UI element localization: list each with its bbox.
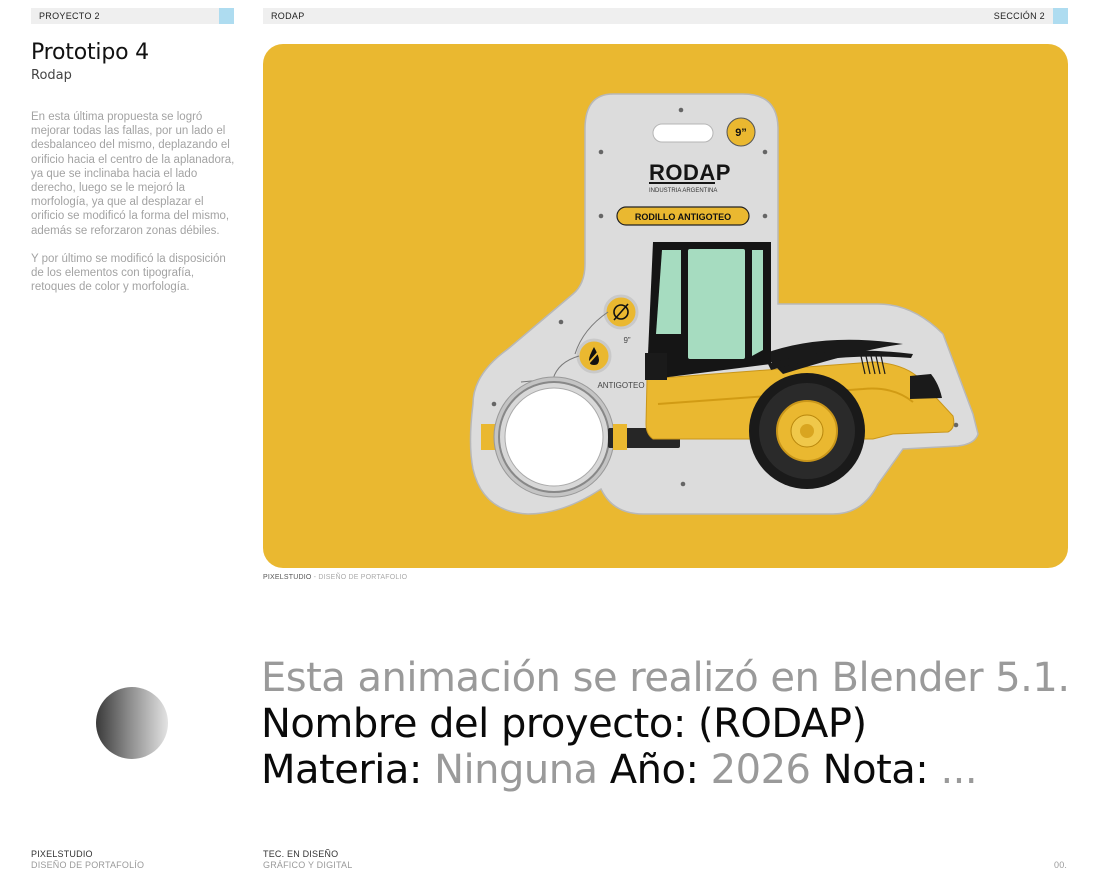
- statement-line-3: Materia: Ninguna Año: 2026 Nota: ...: [261, 746, 978, 794]
- project-name-label: RODAP: [271, 11, 305, 21]
- size-badge-text: 9”: [735, 127, 747, 139]
- hang-slot: [652, 123, 714, 143]
- section-label: SECCIÓN 2: [993, 11, 1045, 21]
- page-subtitle: Rodap: [31, 68, 72, 83]
- drip-icon-label: ANTIGOTEO: [597, 381, 644, 390]
- cabin-window: [688, 249, 745, 359]
- product-render: 9” RODAP INDUSTRIA ARGENTINA RODILLO ANT…: [263, 44, 1068, 568]
- anio-label: Año:: [597, 747, 711, 793]
- footer-studio-title: PIXELSTUDIO: [31, 849, 93, 859]
- brand-subtitle: INDUSTRIA ARGENTINA: [649, 188, 717, 194]
- gradient-sphere: [96, 687, 168, 759]
- size-icon-label: 9”: [623, 336, 630, 345]
- product-label: RODILLO ANTIGOTEO: [635, 212, 731, 222]
- caption-brand: PIXELSTUDIO: [263, 574, 312, 581]
- footer-course-sub: GRÁFICO Y DIGITAL: [263, 860, 353, 870]
- description-paragraph: En esta última propuesta se logró mejora…: [31, 111, 235, 237]
- statement-line-1: Esta animación se realizó en Blender 5.1…: [261, 655, 1070, 701]
- footer-studio-sub: DISEÑO DE PORTAFOLÍO: [31, 860, 145, 870]
- nota-value: ...: [940, 747, 978, 793]
- section-bar-right: RODAP SECCIÓN 2: [263, 8, 1068, 24]
- accent-block: [1053, 8, 1068, 24]
- nota-label: Nota:: [810, 747, 941, 793]
- image-caption: PIXELSTUDIO - DISEÑO DE PORTAFOLIO: [263, 574, 407, 581]
- anio-value: 2026: [710, 747, 811, 793]
- page-number: 00.: [1054, 860, 1068, 870]
- caption-text: - DISEÑO DE PORTAFOLIO: [311, 574, 408, 581]
- footer-course: TEC. EN DISEÑO GRÁFICO Y DIGITAL: [263, 849, 352, 871]
- project-label: PROYECTO 2: [39, 11, 100, 21]
- accent-block: [219, 8, 234, 24]
- description: En esta última propuesta se logró mejora…: [31, 110, 236, 294]
- footer-course-title: TEC. EN DISEÑO: [263, 849, 339, 859]
- materia-value: Ninguna: [434, 747, 598, 793]
- page-title: Prototipo 4: [31, 40, 149, 65]
- statement-line-2: Nombre del proyecto: (RODAP): [261, 701, 867, 747]
- brand-logo: RODAP: [649, 160, 731, 185]
- description-paragraph: Y por último se modificó la disposición …: [31, 252, 226, 294]
- materia-label: Materia:: [261, 747, 435, 793]
- section-bar-left: PROYECTO 2: [31, 8, 234, 24]
- footer-studio: PIXELSTUDIO DISEÑO DE PORTAFOLÍO: [31, 849, 144, 871]
- roller-packaging-illustration: 9” RODAP INDUSTRIA ARGENTINA RODILLO ANT…: [469, 93, 979, 515]
